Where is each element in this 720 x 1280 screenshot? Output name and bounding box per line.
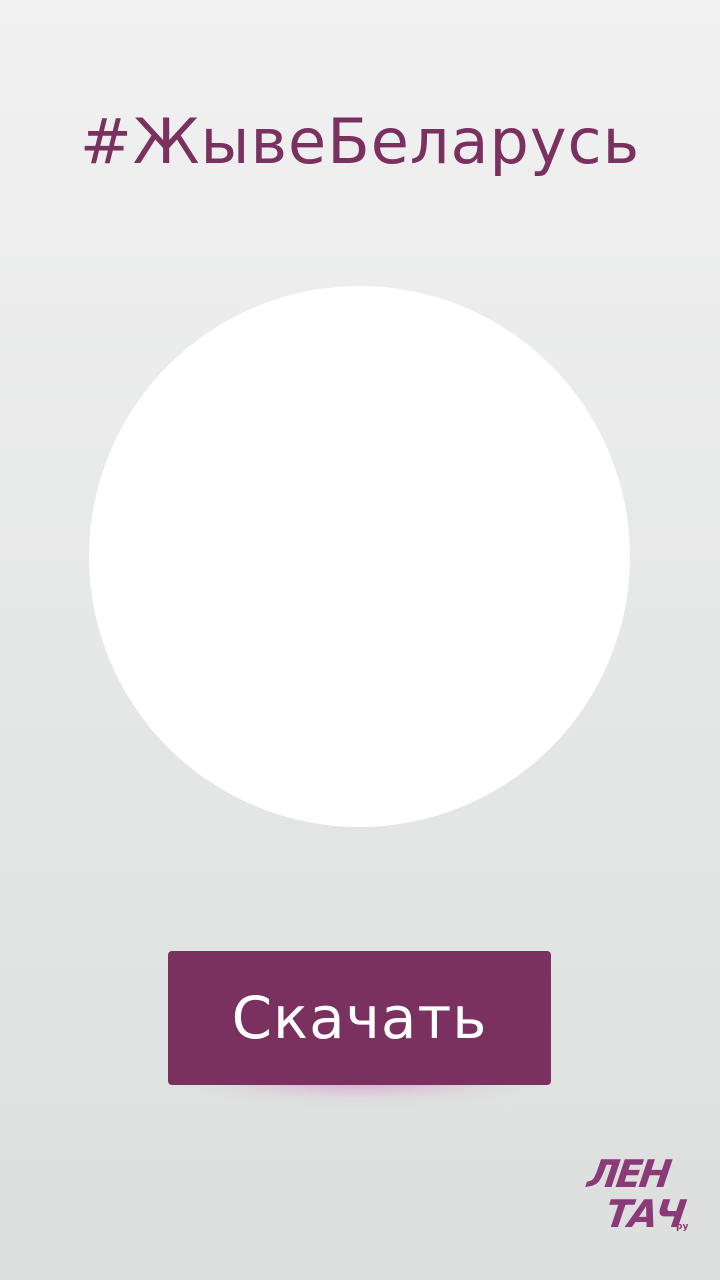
page-title-hashtag: #ЖывеБеларусь [79,105,641,178]
logo-line-top: ЛЕН [584,1152,672,1196]
logo-suffix: ру [676,1222,689,1232]
lentach-logo: ЛЕН ТАЧ ру [584,1150,694,1245]
logo-line-bottom: ТАЧ [602,1192,687,1236]
download-button[interactable]: Скачать [168,951,551,1085]
avatar-preview-circle[interactable] [89,286,630,827]
